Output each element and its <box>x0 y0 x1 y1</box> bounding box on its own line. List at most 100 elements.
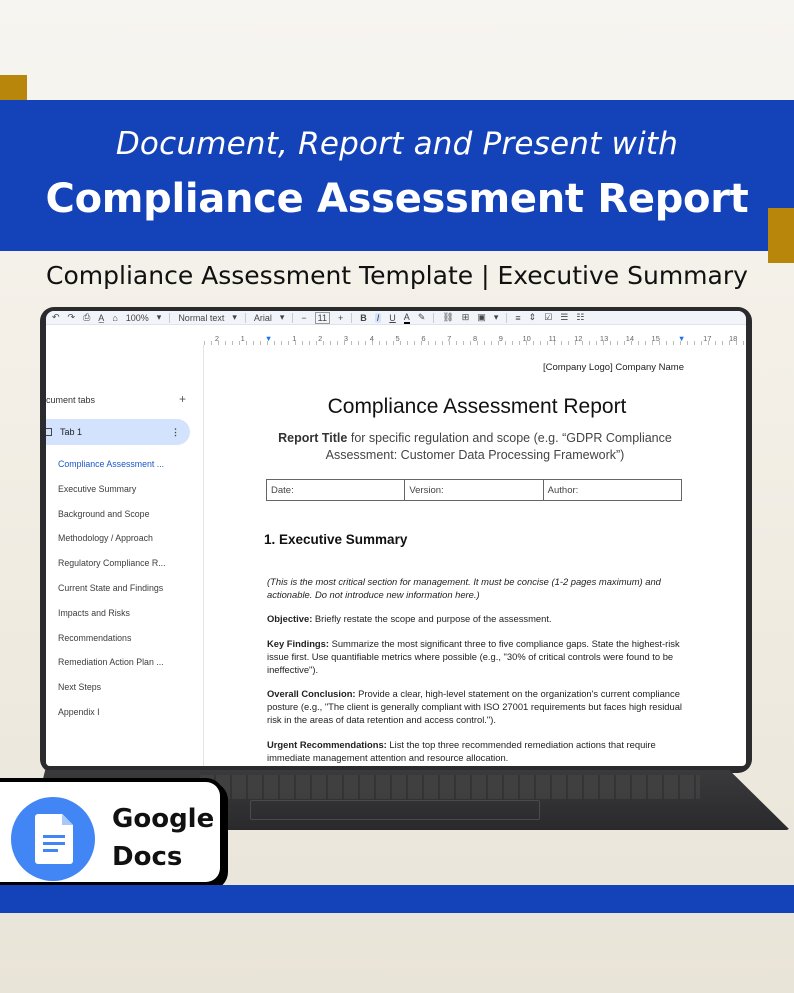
numbered-list-icon[interactable]: ☷ <box>576 312 584 323</box>
outline-item[interactable]: Remediation Action Plan ... <box>58 657 166 682</box>
gold-accent-right <box>768 208 794 263</box>
date-cell[interactable]: Date: <box>267 480 406 500</box>
chevron-down-icon: ▾ <box>493 312 499 322</box>
conclusion-paragraph: Overall Conclusion: Provide a clear, hig… <box>267 687 687 726</box>
increase-font-icon[interactable]: + <box>338 313 343 323</box>
bold-button[interactable]: B <box>360 313 367 323</box>
conclusion-label: Overall Conclusion: <box>267 688 356 699</box>
ruler-mark: 9 <box>498 333 503 343</box>
ruler-mark: 2 <box>318 333 323 343</box>
redo-icon[interactable]: ↷ <box>68 312 76 323</box>
docs-toolbar: ↶ ↷ ⎙ A̲ ⌂ 100% ▾ Normal text ▾ Arial ▾ … <box>46 311 746 325</box>
spellcheck-icon[interactable]: A̲ <box>98 313 104 323</box>
font-size-input[interactable]: 11 <box>314 311 331 324</box>
ruler-mark: 18 <box>728 333 738 343</box>
link-icon[interactable]: ⛓ <box>442 312 453 323</box>
decrease-font-icon[interactable]: − <box>301 313 306 323</box>
comment-icon[interactable]: ⊞ <box>462 312 470 323</box>
badge-line-2: Docs <box>112 842 183 872</box>
zoom-select[interactable]: 100% <box>126 313 149 323</box>
paint-format-icon[interactable]: ⌂ <box>112 313 117 323</box>
page-subtitle: Compliance Assessment Template | Executi… <box>46 261 748 290</box>
outline-item[interactable]: Methodology / Approach <box>58 533 166 558</box>
ruler-mark: 2 <box>214 333 219 343</box>
docs-line <box>43 849 58 852</box>
report-title-text: for specific regulation and scope (e.g. … <box>325 431 672 462</box>
outline-item[interactable]: Impacts and Risks <box>58 608 166 633</box>
tab-label: Tab 1 <box>60 427 83 437</box>
checklist-icon[interactable]: ☑ <box>544 312 552 323</box>
banner-title: Compliance Assessment Report <box>45 176 749 222</box>
highlight-icon[interactable]: ✎ <box>418 312 426 323</box>
objective-paragraph: Objective: Briefly restate the scope and… <box>267 612 687 625</box>
google-docs-badge: Google Docs <box>0 778 224 886</box>
section-heading: 1. Executive Summary <box>264 532 408 547</box>
objective-text: Briefly restate the scope and purpose of… <box>312 613 552 624</box>
version-cell[interactable]: Version: <box>405 480 544 500</box>
toolbar-divider <box>169 312 171 323</box>
outline-item[interactable]: Background and Scope <box>58 509 166 534</box>
toolbar-divider <box>506 312 508 323</box>
underline-button[interactable]: U <box>389 313 396 323</box>
urgent-label: Urgent Recommendations: <box>267 739 387 750</box>
findings-text: Summarize the most significant three to … <box>267 638 680 675</box>
outline-item[interactable]: Regulatory Compliance R... <box>58 558 166 583</box>
ruler-mark: 8 <box>472 333 478 343</box>
intro-paragraph: (This is the most critical section for m… <box>267 576 661 600</box>
ruler-indent-marker[interactable]: ▼ <box>669 334 695 343</box>
outline-item[interactable]: Compliance Assessment ... <box>58 459 166 484</box>
text-color-button[interactable]: A <box>403 312 410 324</box>
objective-label: Objective: <box>267 613 313 624</box>
align-icon[interactable]: ≡ <box>515 313 520 323</box>
outline-item[interactable]: Appendix I <box>58 707 166 732</box>
document-tabs-sidebar: cument tabs + Tab 1 ⋮ Compliance Assessm… <box>46 345 204 766</box>
line-spacing-icon[interactable]: ⇕ <box>529 312 537 323</box>
docs-line <box>43 842 65 845</box>
outline-item[interactable]: Current State and Findings <box>58 583 166 608</box>
author-cell[interactable]: Author: <box>544 480 681 500</box>
italic-button[interactable]: I <box>374 312 382 323</box>
outline-item[interactable]: Executive Summary <box>58 484 166 509</box>
ruler-indent-marker[interactable]: ▼ <box>256 334 282 343</box>
banner-subtitle: Document, Report and Present with <box>115 126 679 162</box>
toolbar-divider <box>292 312 294 323</box>
outline-list: Compliance Assessment ... Executive Summ… <box>58 459 166 732</box>
ruler-mark: 1 <box>240 333 245 343</box>
image-icon[interactable]: ▣ <box>477 312 486 323</box>
outline-item[interactable]: Recommendations <box>58 633 166 658</box>
outline-item[interactable]: Next Steps <box>58 682 166 707</box>
laptop-trackpad <box>250 800 540 820</box>
document-title: Compliance Assessment Report <box>327 395 627 418</box>
ruler-mark: 3 <box>343 333 349 343</box>
ruler-mark: 14 <box>625 333 635 343</box>
docs-window: ↶ ↷ ⎙ A̲ ⌂ 100% ▾ Normal text ▾ Arial ▾ … <box>46 311 746 766</box>
ruler-mark: 7 <box>447 333 452 343</box>
font-select[interactable]: Arial <box>254 313 272 323</box>
bottom-bar <box>0 885 794 913</box>
report-title-line: Report Title for specific regulation and… <box>264 430 686 464</box>
print-icon[interactable]: ⎙ <box>83 312 90 323</box>
urgent-paragraph: Urgent Recommendations: List the top thr… <box>267 738 687 764</box>
add-tab-button[interactable]: + <box>179 393 186 405</box>
bullet-list-icon[interactable]: ☰ <box>560 312 568 323</box>
findings-label: Key Findings: <box>267 638 329 649</box>
report-title-label: Report Title <box>278 431 348 445</box>
ruler-mark: 17 <box>703 333 712 343</box>
undo-icon[interactable]: ↶ <box>52 312 60 323</box>
ruler-mark: 1 <box>292 333 297 343</box>
ruler-mark: 6 <box>421 333 426 343</box>
toolbar-divider <box>433 312 435 323</box>
hero-banner: Document, Report and Present with Compli… <box>0 100 794 251</box>
info-table: Date: Version: Author: <box>266 479 682 501</box>
document-body[interactable]: [Company Logo] Company Name Compliance A… <box>204 345 746 766</box>
tab-menu-icon[interactable]: ⋮ <box>171 427 180 438</box>
document-icon <box>46 428 52 436</box>
toolbar-divider <box>351 312 353 323</box>
style-select[interactable]: Normal text <box>178 313 224 323</box>
chevron-down-icon: ▾ <box>156 312 162 322</box>
chevron-down-icon: ▾ <box>279 312 285 322</box>
horizontal-ruler: 2 1 ▼ 1 2 3 4 5 6 7 8 9 10 11 12 13 14 1… <box>204 331 746 345</box>
tab-1[interactable]: Tab 1 ⋮ <box>46 419 190 445</box>
google-docs-label: Google Docs <box>112 800 214 876</box>
ruler-mark: 15 <box>651 333 660 343</box>
